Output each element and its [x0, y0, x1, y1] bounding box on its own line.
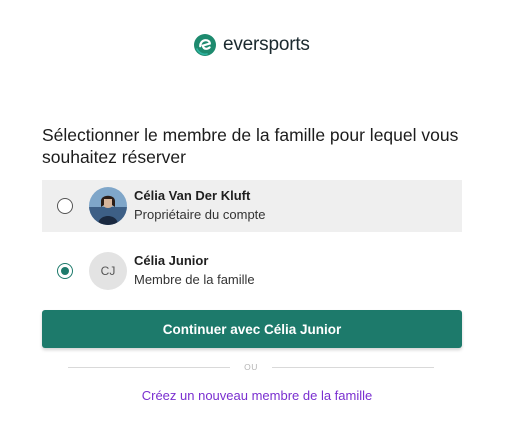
brand-logo: eversports	[193, 31, 310, 59]
page-title: Sélectionner le membre de la famille pou…	[42, 125, 459, 167]
avatar	[89, 187, 127, 225]
divider-line	[271, 366, 434, 368]
member-radio[interactable]	[57, 198, 73, 214]
avatar-initials: CJ	[89, 252, 127, 290]
member-option-celia-junior[interactable]: CJ Célia Junior Membre de la famille	[42, 245, 462, 297]
member-role: Membre de la famille	[134, 272, 255, 287]
member-radio-selected[interactable]	[57, 263, 73, 279]
member-name: Célia Junior	[134, 253, 209, 268]
or-divider: OU	[68, 360, 434, 374]
avatar-photo-image	[89, 187, 127, 225]
member-option-celia-van-der-kluft[interactable]: Célia Van Der Kluft Propriétaire du comp…	[42, 180, 462, 232]
member-role: Propriétaire du compte	[134, 207, 266, 222]
continue-button[interactable]: Continuer avec Célia Junior	[42, 310, 462, 348]
divider-text: OU	[244, 362, 258, 372]
create-family-member-link[interactable]: Créez un nouveau membre de la famille	[0, 388, 514, 403]
eversports-logo-icon	[194, 34, 216, 56]
page: eversports Sélectionner le membre de la …	[0, 0, 514, 440]
brand-name: eversports	[223, 34, 310, 55]
member-name: Célia Van Der Kluft	[134, 188, 251, 203]
divider-line	[68, 366, 231, 368]
